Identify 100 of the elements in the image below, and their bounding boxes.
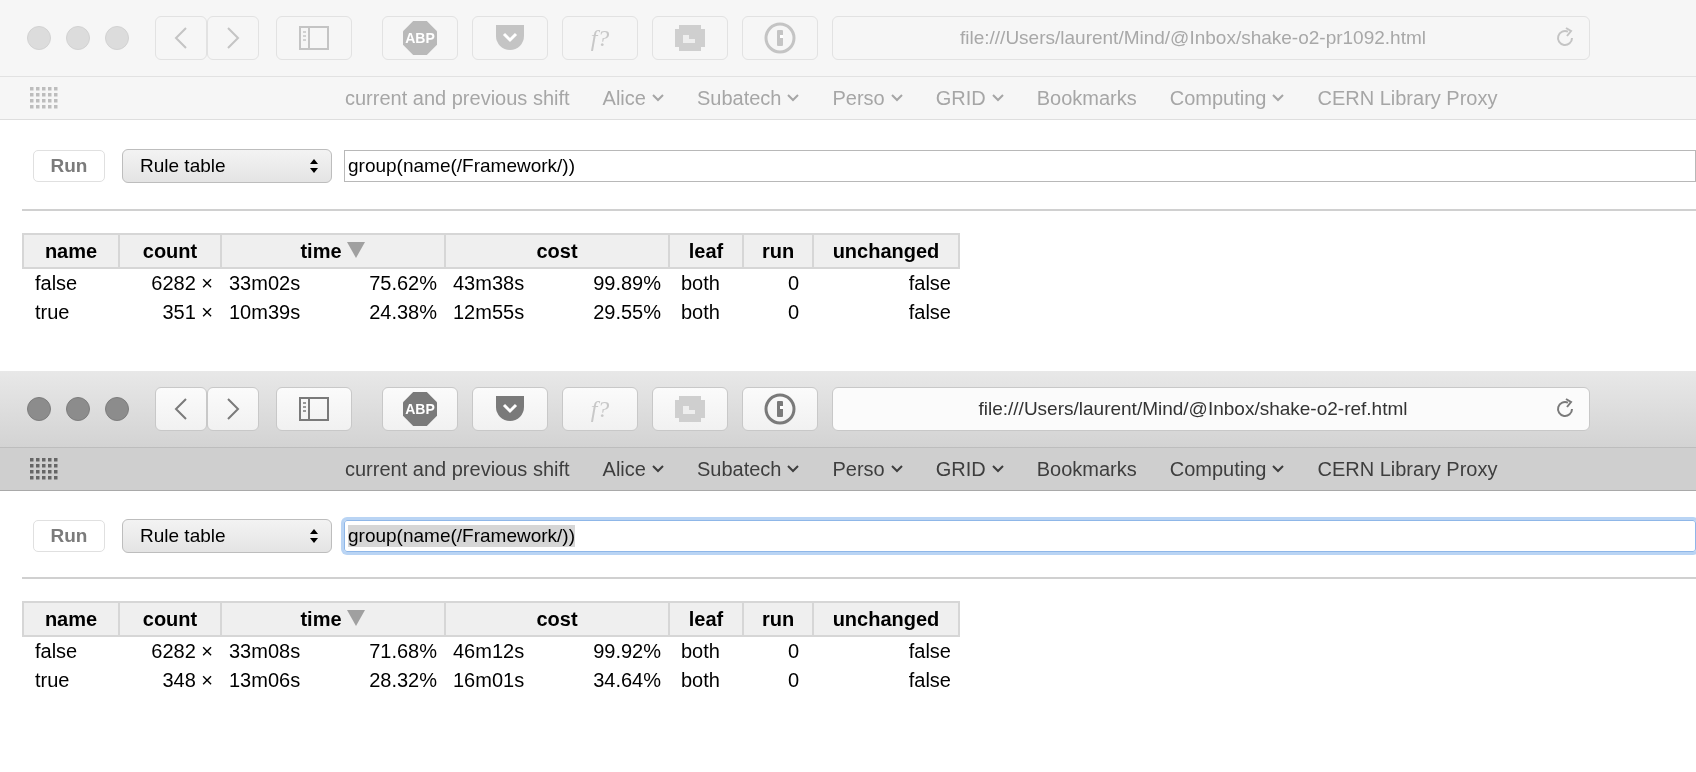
column-header[interactable]: cost [445, 234, 669, 268]
table-cell-text: true [34, 668, 71, 693]
sidebar-icon [299, 397, 329, 421]
percent-text: 71.68% [369, 640, 437, 663]
column-header[interactable]: time [221, 602, 445, 636]
bookmark-link[interactable]: Subatech [696, 457, 800, 481]
table-cell: 6282 × [119, 268, 221, 298]
column-header[interactable]: run [743, 234, 813, 268]
view-select[interactable]: Rule table [122, 519, 332, 553]
bookmark-link[interactable]: Perso [832, 457, 903, 481]
bookmark-link[interactable]: Bookmarks [1036, 457, 1137, 481]
column-header[interactable]: count [119, 602, 221, 636]
table-cell: false [813, 636, 959, 666]
table-cell-text: false [907, 668, 952, 693]
stop-sign-icon: ABP [403, 392, 437, 426]
table-cell: 6282 × [119, 636, 221, 666]
percent-text: 99.89% [593, 272, 661, 295]
sort-descending-icon [345, 240, 366, 259]
duration-text: 33m02s [229, 272, 301, 295]
url-text: file:///Users/laurent/Mind/@Inbox/shake-o2-pr1092.html [959, 27, 1427, 49]
run-button[interactable]: Run [33, 520, 105, 552]
bookmark-link[interactable]: CERN Library Proxy [1317, 457, 1498, 481]
table-cell: both [669, 268, 743, 298]
forward-button[interactable] [207, 387, 259, 431]
pocket-icon [495, 24, 525, 52]
chevron-down-icon [787, 465, 800, 473]
chevron-down-icon [1272, 465, 1285, 473]
column-header[interactable]: leaf [669, 602, 743, 636]
percent-text: 29.55% [593, 301, 661, 324]
percent-text: 99.92% [593, 640, 661, 663]
extension-button[interactable] [472, 387, 548, 431]
duration-text: 10m39s [229, 301, 301, 324]
zoom-button[interactable] [105, 397, 129, 421]
column-header[interactable]: unchanged [813, 234, 959, 268]
column-header[interactable]: leaf [669, 234, 743, 268]
bookmark-link[interactable]: GRID [935, 457, 1004, 481]
close-button[interactable] [27, 397, 51, 421]
chevron-down-icon [991, 465, 1004, 473]
back-button[interactable] [155, 387, 207, 431]
table-cell-text: 0 [786, 668, 800, 693]
column-header[interactable]: run [743, 602, 813, 636]
table-cell: false [23, 268, 119, 298]
keyhole-icon [764, 22, 796, 54]
bookmark-link[interactable]: Computing [1169, 457, 1285, 481]
table-cell: false [23, 636, 119, 666]
duration-text: 43m38s [453, 272, 525, 295]
chevron-down-icon [991, 94, 1004, 102]
query-field[interactable]: group(name(/Framework/)) [344, 520, 1696, 552]
duration-text: 33m08s [229, 640, 301, 663]
chevron-down-icon [651, 94, 664, 102]
chevron-down-icon [787, 94, 800, 102]
duration-text: 46m12s [453, 640, 525, 663]
table-cell: 0 [743, 268, 813, 298]
chevron-right-icon [226, 397, 240, 421]
keyhole-icon [764, 393, 796, 425]
table-cell-text: false [907, 300, 952, 325]
extension-button[interactable] [742, 387, 818, 431]
chevron-down-icon [890, 94, 903, 102]
address-bar[interactable]: file:///Users/laurent/Mind/@Inbox/shake-o2-ref.html [832, 387, 1590, 431]
column-header[interactable]: name [23, 234, 119, 268]
table-cell-text: true [34, 300, 71, 325]
duration-text: 13m06s [229, 669, 301, 692]
sort-descending-icon [345, 608, 366, 627]
pixelated-icon [673, 23, 707, 53]
grid-icon[interactable] [30, 458, 58, 480]
table-cell-text: 348 × [161, 668, 214, 693]
percent-text: 34.64% [593, 669, 661, 692]
column-header[interactable]: time [221, 234, 445, 268]
bookmark-link[interactable]: current and previous shift [345, 457, 570, 481]
chevron-down-icon [890, 465, 903, 473]
duration-text: 12m55s [453, 301, 525, 324]
column-header[interactable]: cost [445, 602, 669, 636]
percent-text: 75.62% [369, 272, 437, 295]
column-header[interactable]: unchanged [813, 602, 959, 636]
column-header[interactable]: count [119, 234, 221, 268]
percent-text: 24.38% [369, 301, 437, 324]
pocket-icon [495, 395, 525, 423]
table-cell: 0 [743, 636, 813, 666]
chevron-left-icon [174, 397, 188, 421]
sidebar-button[interactable] [276, 387, 352, 431]
table-cell: both [669, 636, 743, 666]
pixelated-icon [673, 394, 707, 424]
stepper-arrows-icon [309, 158, 319, 174]
chevron-down-icon [1272, 94, 1285, 102]
minimize-button[interactable] [66, 397, 90, 421]
chevron-left-icon [174, 26, 188, 50]
bookmark-link[interactable]: Alice [602, 457, 664, 481]
sidebar-icon [299, 26, 329, 50]
url-text: file:///Users/laurent/Mind/@Inbox/shake-o2-ref.html [977, 398, 1409, 420]
table-cell: false [813, 268, 959, 298]
extension-button[interactable]: ABP [382, 387, 458, 431]
stop-sign-icon: ABP [403, 21, 437, 55]
table-cell-text: 351 × [161, 300, 214, 325]
duration-text: 16m01s [453, 669, 525, 692]
chevron-down-icon [651, 465, 664, 473]
table-cell-text: 0 [786, 300, 800, 325]
stepper-arrows-icon [309, 528, 319, 544]
table-cell-text: both [680, 668, 721, 693]
column-header[interactable]: name [23, 602, 119, 636]
chevron-right-icon [226, 26, 240, 50]
